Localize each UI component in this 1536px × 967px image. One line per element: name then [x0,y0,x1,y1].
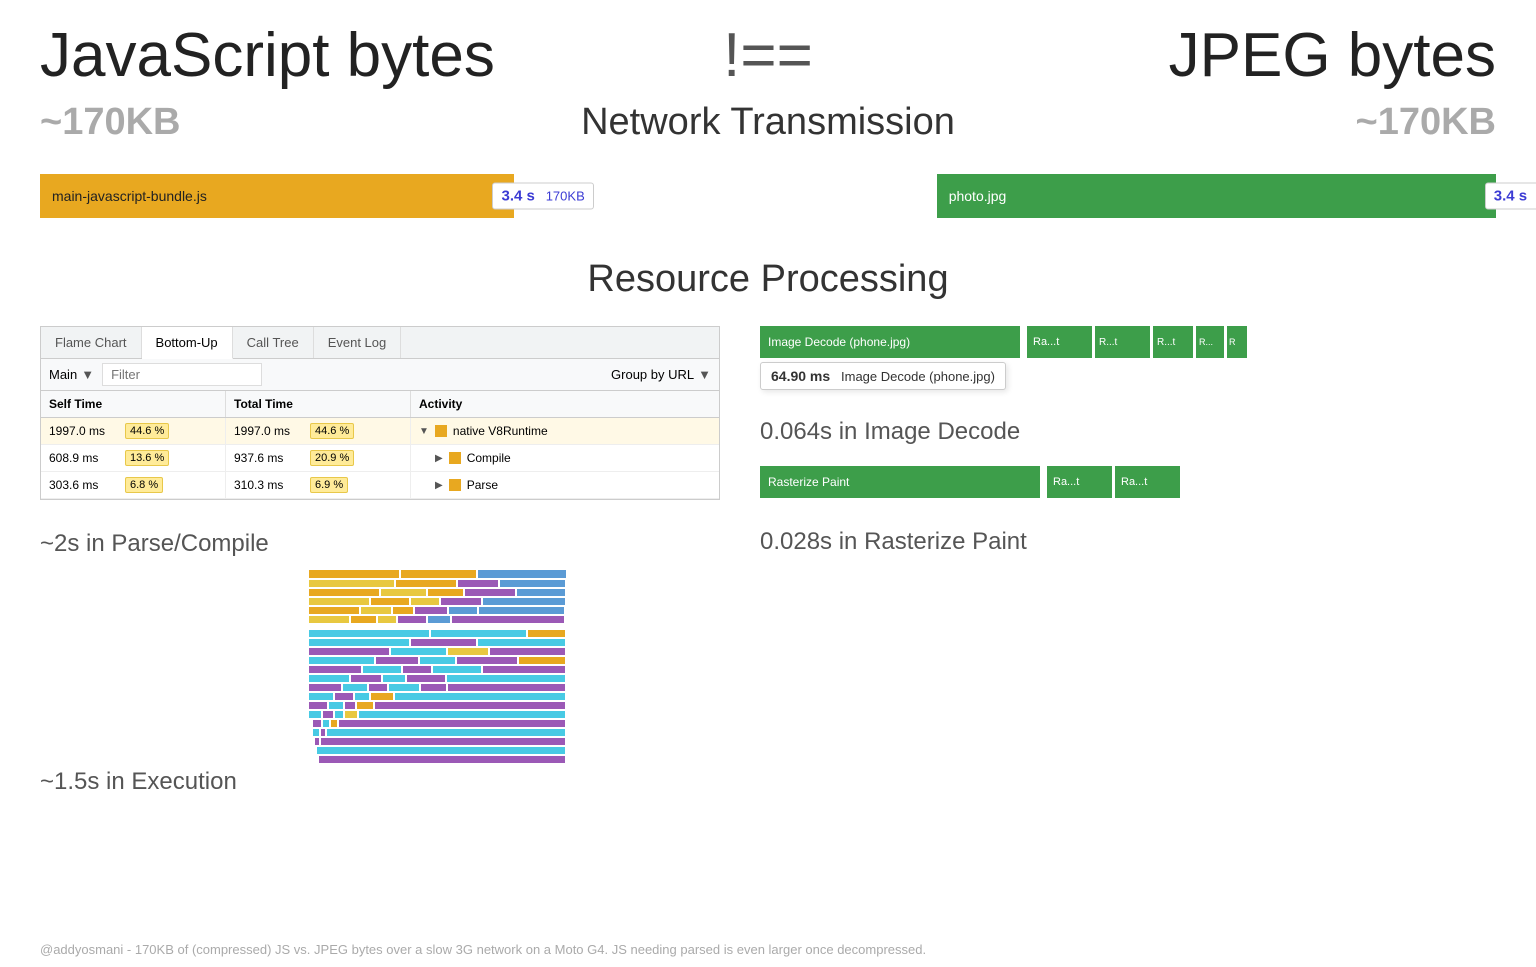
decode-tooltip: 64.90 ms Image Decode (phone.jpg) [760,362,1006,390]
ra-rasterize-1: Ra...t [1115,466,1180,498]
group-by-label: Group by URL [611,367,694,382]
total-time-1: 937.6 ms [234,451,306,465]
js-network-bar: main-javascript-bundle.js 3.4 s 170KB [40,174,514,218]
table-row[interactable]: 303.6 ms 6.8 % 310.3 ms 6.9 % ▶ Parse [41,472,719,499]
cell-self-1: 608.9 ms 13.6 % [41,445,226,471]
right-panel: Image Decode (phone.jpg) Ra...t R...t R.… [720,326,1496,566]
cell-total-1: 937.6 ms 20.9 % [226,445,411,471]
devtools-table: Self Time Total Time Activity 1997.0 ms … [40,390,720,500]
cell-total-2: 310.3 ms 6.9 % [226,472,411,498]
resource-title: Resource Processing [40,258,1496,301]
total-pct-2: 6.9 % [310,477,348,493]
tooltip-time: 64.90 ms [771,368,830,384]
ra-bar-4: R [1227,326,1247,358]
network-title: Network Transmission [568,101,968,144]
js-filename: main-javascript-bundle.js [52,188,207,204]
table-row[interactable]: 1997.0 ms 44.6 % 1997.0 ms 44.6 % ▼ nati… [41,418,719,445]
bottom-left-section: ~2s in Parse/Compile ~1.5s in Execution [40,530,720,806]
execution-stat: ~1.5s in Execution [40,768,269,796]
self-time-1: 608.9 ms [49,451,121,465]
self-time-0: 1997.0 ms [49,424,121,438]
ra-bar-2: R...t [1153,326,1193,358]
ra-rasterize-0: Ra...t [1047,466,1112,498]
jpeg-network-bar: photo.jpg 3.4 s 170KB [937,174,1496,218]
decode-bars-row: Image Decode (phone.jpg) Ra...t R...t R.… [760,326,1496,358]
image-decode-stat: 0.064s in Image Decode [760,418,1496,446]
activity-icon-1 [449,452,461,464]
js-size-label: ~170KB [40,101,568,144]
devtools-filter-bar: Main ▼ Group by URL ▼ [40,358,720,390]
cell-activity-2: ▶ Parse [411,473,719,497]
image-decode-section: Image Decode (phone.jpg) Ra...t R...t R.… [760,326,1496,358]
devtools-tabs: Flame Chart Bottom-Up Call Tree Event Lo… [40,326,720,358]
tab-call-tree[interactable]: Call Tree [233,327,314,358]
rasterize-stat: 0.028s in Rasterize Paint [760,528,1496,556]
cell-total-0: 1997.0 ms 44.6 % [226,418,411,444]
activity-icon-0 [435,425,447,437]
footer-note: @addyosmani - 170KB of (compressed) JS v… [40,942,1496,957]
ra-bar-3: R... [1196,326,1224,358]
rasterize-bar: Rasterize Paint [760,466,1040,498]
activity-label-1: Compile [467,451,511,465]
col-header-total-time: Total Time [226,391,411,417]
activity-icon-2 [449,479,461,491]
stats-left: ~2s in Parse/Compile ~1.5s in Execution [40,530,269,806]
rasterize-bars-row: Rasterize Paint Ra...t Ra...t [760,466,1496,498]
self-pct-1: 13.6 % [125,450,169,466]
group-by-arrow[interactable]: ▼ [698,367,711,382]
flame-chart-visual [309,570,569,806]
parse-compile-stat: ~2s in Parse/Compile [40,530,269,558]
tab-event-log[interactable]: Event Log [314,327,402,358]
main-dropdown-arrow[interactable]: ▼ [81,367,94,382]
tooltip-label: Image Decode (phone.jpg) [841,369,995,384]
devtools-panel: Flame Chart Bottom-Up Call Tree Event Lo… [40,326,720,806]
js-bar-tooltip: 3.4 s 170KB [492,183,593,210]
jpeg-bar-tooltip: 3.4 s 170KB [1485,183,1536,210]
not-equal-sign: !== [668,20,868,91]
ra-bar-1: R...t [1095,326,1150,358]
group-by-control: Group by URL ▼ [611,367,711,382]
js-title: JavaScript bytes [40,20,668,91]
js-size: 170KB [546,189,585,204]
self-pct-0: 44.6 % [125,423,169,439]
main-filter-group: Main ▼ [49,367,94,382]
expand-arrow-2[interactable]: ▶ [435,480,443,491]
expand-arrow-0[interactable]: ▼ [419,426,429,437]
activity-label-0: native V8Runtime [453,424,548,438]
cell-activity-1: ▶ Compile [411,446,719,470]
rasterize-section: Rasterize Paint Ra...t Ra...t [760,466,1496,498]
js-time: 3.4 s [501,188,534,205]
cell-activity-0: ▼ native V8Runtime [411,419,719,443]
tab-flame-chart[interactable]: Flame Chart [41,327,142,358]
total-time-2: 310.3 ms [234,478,306,492]
cell-self-0: 1997.0 ms 44.6 % [41,418,226,444]
filter-input[interactable] [102,363,262,386]
cell-self-2: 303.6 ms 6.8 % [41,472,226,498]
jpeg-filename: photo.jpg [949,188,1007,204]
self-time-2: 303.6 ms [49,478,121,492]
table-row[interactable]: 608.9 ms 13.6 % 937.6 ms 20.9 % ▶ Compil… [41,445,719,472]
main-label: Main [49,367,77,382]
table-header: Self Time Total Time Activity [41,391,719,418]
ra-bar-0: Ra...t [1027,326,1092,358]
self-pct-2: 6.8 % [125,477,163,493]
total-pct-0: 44.6 % [310,423,354,439]
total-time-0: 1997.0 ms [234,424,306,438]
jpeg-title: JPEG bytes [868,20,1496,91]
activity-label-2: Parse [467,478,498,492]
col-header-activity: Activity [411,391,719,417]
expand-arrow-1[interactable]: ▶ [435,453,443,464]
col-header-self-time: Self Time [41,391,226,417]
jpeg-time: 3.4 s [1494,188,1527,205]
flame-chart-svg [309,570,569,770]
total-pct-1: 20.9 % [310,450,354,466]
image-decode-bar: Image Decode (phone.jpg) [760,326,1020,358]
tab-bottom-up[interactable]: Bottom-Up [142,327,233,359]
jpeg-size-label: ~170KB [968,101,1496,144]
